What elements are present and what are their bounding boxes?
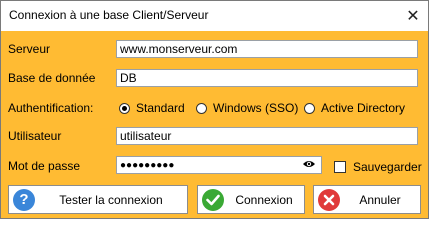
- password-input[interactable]: ●●●●●●●●●: [116, 156, 322, 174]
- form-panel: Serveur www.monserveur.com Base de donné…: [1, 31, 428, 218]
- test-connection-button[interactable]: ? Tester la connexion: [8, 185, 188, 214]
- server-value: www.monserveur.com: [120, 42, 238, 56]
- password-value: ●●●●●●●●●: [120, 159, 175, 171]
- auth-option-label: Windows (SSO): [213, 101, 299, 115]
- show-password-button[interactable]: [302, 157, 316, 171]
- radio-unchecked-icon: [304, 102, 315, 114]
- save-password-label: Sauvegarder: [353, 160, 422, 174]
- close-button[interactable]: ✕: [398, 1, 428, 31]
- database-value: DB: [120, 71, 137, 85]
- radio-unchecked-icon: [196, 102, 207, 114]
- connect-label: Connexion: [235, 192, 293, 207]
- cancel-label: Annuler: [359, 192, 401, 207]
- user-value: utilisateur: [120, 129, 172, 143]
- title-bar: Connexion à une base Client/Serveur ✕: [1, 1, 428, 31]
- dialog-window: Connexion à une base Client/Serveur ✕ Se…: [0, 0, 429, 219]
- auth-option-label: Standard: [136, 101, 185, 115]
- window-title: Connexion à une base Client/Serveur: [9, 8, 209, 22]
- auth-option-standard[interactable]: Standard: [119, 101, 185, 115]
- password-label: Mot de passe: [8, 159, 81, 173]
- cancel-icon: [318, 188, 340, 211]
- auth-option-label: Active Directory: [321, 101, 406, 115]
- database-input[interactable]: DB: [116, 69, 418, 87]
- question-icon: ?: [13, 188, 35, 211]
- connect-button[interactable]: Connexion: [197, 185, 305, 214]
- radio-checked-icon: [119, 102, 130, 114]
- user-label: Utilisateur: [8, 129, 62, 143]
- eye-icon: [303, 161, 315, 167]
- server-label: Serveur: [8, 42, 51, 56]
- test-connection-label: Tester la connexion: [59, 192, 163, 207]
- close-icon: ✕: [406, 8, 420, 25]
- auth-option-windows-sso[interactable]: Windows (SSO): [196, 101, 298, 115]
- save-password-checkbox[interactable]: Sauvegarder: [334, 160, 422, 174]
- auth-label: Authentification:: [8, 101, 94, 115]
- database-label: Base de donnée: [8, 71, 96, 85]
- auth-option-active-directory[interactable]: Active Directory: [304, 101, 405, 115]
- cancel-button[interactable]: Annuler: [313, 185, 421, 214]
- server-input[interactable]: www.monserveur.com: [116, 40, 418, 58]
- check-icon: [202, 188, 224, 211]
- checkbox-unchecked-icon: [334, 161, 346, 173]
- user-input[interactable]: utilisateur: [116, 127, 418, 145]
